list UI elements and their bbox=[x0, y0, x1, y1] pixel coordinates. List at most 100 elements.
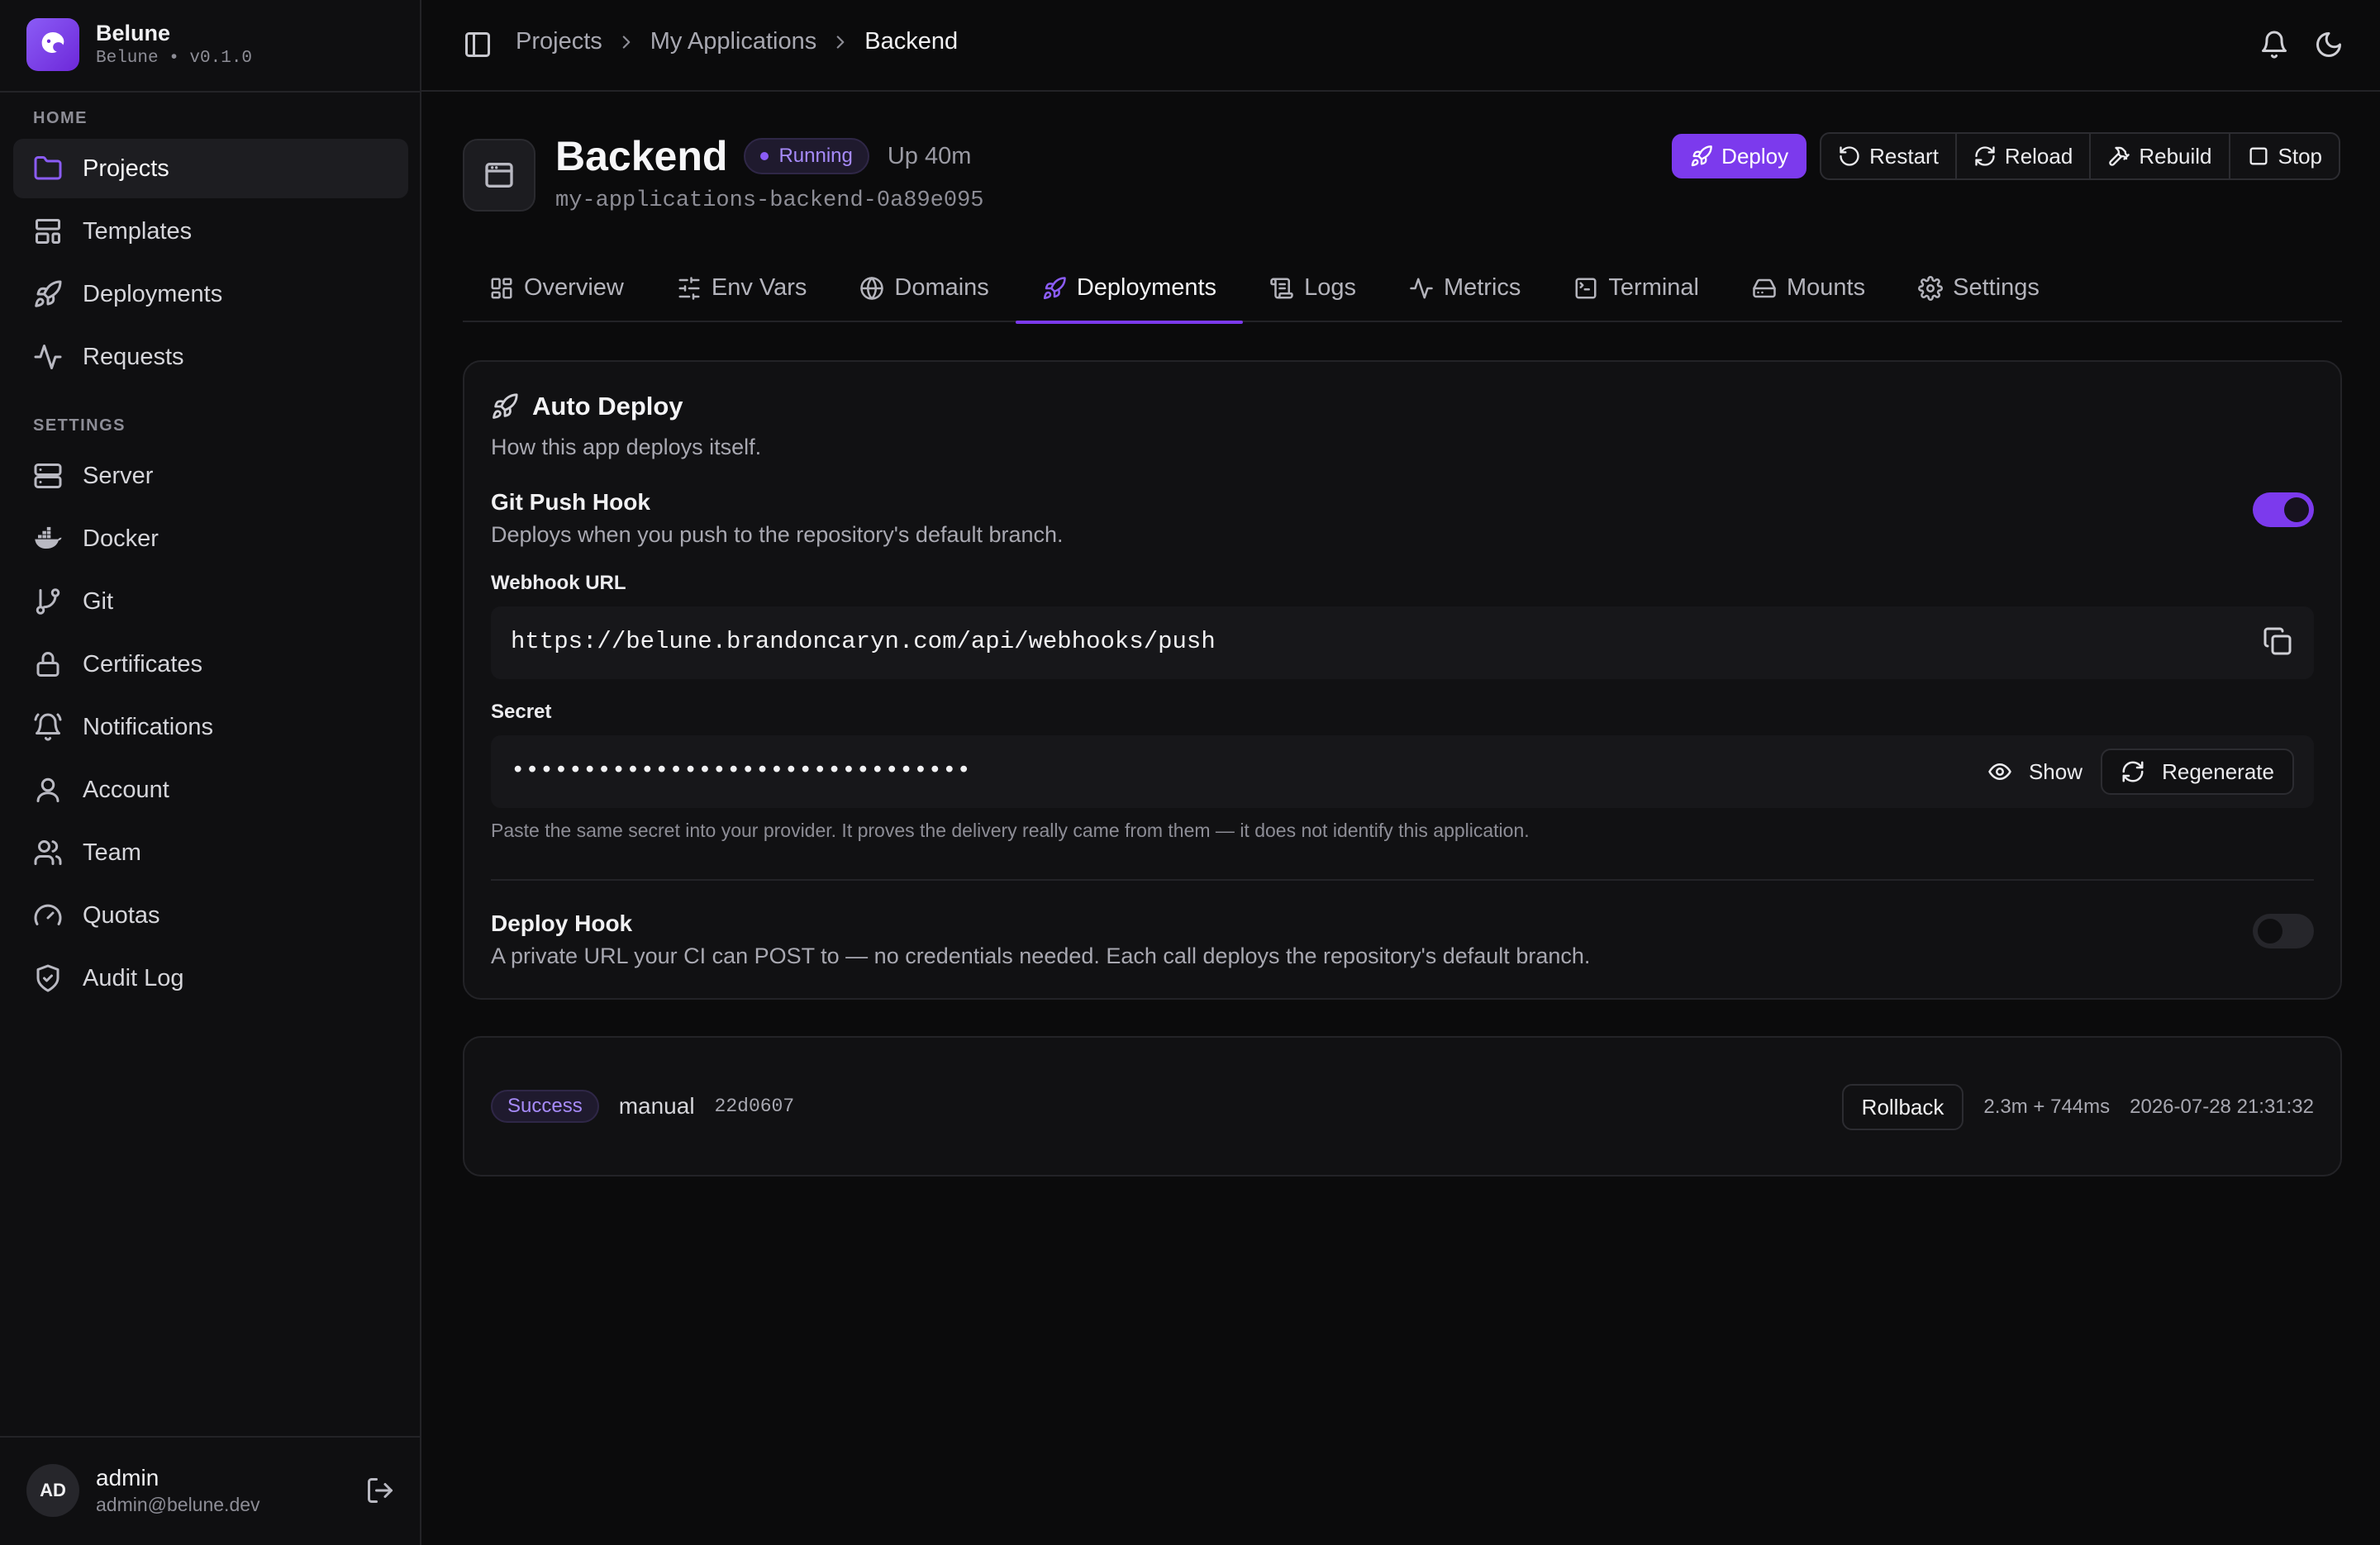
rotate-ccw-icon bbox=[1840, 146, 1859, 166]
tab-logs[interactable]: Logs bbox=[1243, 264, 1383, 322]
sidebar-item-label: Deployments bbox=[83, 280, 223, 307]
webhook-url-field[interactable]: https://belune.brandoncaryn.com/api/webh… bbox=[491, 606, 2314, 679]
rocket-icon bbox=[1691, 145, 1713, 167]
stop-button[interactable]: Stop bbox=[2228, 134, 2340, 178]
user-menu[interactable]: AD admin admin@belune.dev bbox=[26, 1464, 395, 1517]
rebuild-button[interactable]: Rebuild bbox=[2089, 134, 2228, 178]
deploy-button[interactable]: Deploy bbox=[1672, 134, 1807, 178]
deploy-hook-title: Deploy Hook bbox=[491, 910, 633, 936]
sidebar-item-label: Templates bbox=[83, 217, 193, 245]
action-button-group: Restart Reload Rebuild Stop bbox=[1820, 132, 2340, 180]
sidebar-item-notifications[interactable]: Notifications bbox=[13, 697, 408, 757]
git-push-hook-title: Git Push Hook bbox=[491, 489, 650, 515]
users-icon bbox=[34, 840, 62, 865]
breadcrumb-projects[interactable]: Projects bbox=[516, 28, 602, 55]
restart-button[interactable]: Restart bbox=[1821, 134, 1955, 178]
eye-icon bbox=[1988, 763, 2011, 780]
sidebar-item-quotas[interactable]: Quotas bbox=[13, 886, 408, 945]
auto-deploy-heading: Auto Deploy bbox=[491, 392, 683, 421]
tab-metrics[interactable]: Metrics bbox=[1383, 264, 1547, 322]
show-label: Show bbox=[2028, 758, 2082, 784]
section-settings-label: SETTINGS bbox=[33, 416, 126, 435]
deployment-trigger: manual bbox=[618, 1093, 695, 1119]
reload-button[interactable]: Reload bbox=[1954, 134, 2089, 178]
deployment-duration: 2.3m + 744ms bbox=[1983, 1096, 2111, 1118]
secret-value: •••••••••••••••••••••••••••••••• bbox=[511, 757, 971, 784]
sidebar-item-audit-log[interactable]: Audit Log bbox=[13, 948, 408, 1008]
rocket-icon bbox=[35, 280, 62, 307]
auto-deploy-description: How this app deploys itself. bbox=[491, 435, 762, 459]
sidebar-item-projects[interactable]: Projects bbox=[13, 139, 408, 198]
auto-deploy-card: Auto Deploy How this app deploys itself.… bbox=[463, 360, 2342, 1000]
tab-settings[interactable]: Settings bbox=[1892, 264, 2066, 322]
git-push-hook-toggle[interactable] bbox=[2253, 492, 2314, 527]
section-home-label: HOME bbox=[33, 109, 88, 127]
settings-nav: Server Docker Git Certificates Notificat… bbox=[13, 446, 408, 1011]
deployment-meta: Rollback 2.3m + 744ms 2026-07-28 21:31:3… bbox=[1841, 1084, 2314, 1130]
tab-label: Deployments bbox=[1076, 274, 1217, 301]
deploy-hook-toggle[interactable] bbox=[2253, 914, 2314, 948]
sidebar-item-requests[interactable]: Requests bbox=[13, 327, 408, 387]
secret-field[interactable]: •••••••••••••••••••••••••••••••• Show Re… bbox=[491, 735, 2314, 808]
git-branch-icon bbox=[36, 588, 60, 615]
sidebar-toggle-icon[interactable] bbox=[463, 30, 493, 59]
tab-mounts[interactable]: Mounts bbox=[1726, 264, 1892, 322]
tab-env-vars[interactable]: Env Vars bbox=[650, 264, 834, 322]
deployment-commit: 22d0607 bbox=[714, 1096, 795, 1117]
webhook-url-label: Webhook URL bbox=[491, 572, 626, 594]
toggle-knob bbox=[2258, 919, 2282, 944]
bell-icon bbox=[34, 713, 62, 741]
tab-label: Logs bbox=[1304, 274, 1356, 301]
refresh-icon bbox=[1975, 146, 1995, 166]
sidebar-item-label: Git bbox=[83, 587, 114, 615]
tab-label: Env Vars bbox=[711, 274, 807, 301]
app-version: Belune • v0.1.0 bbox=[96, 49, 253, 68]
globe-icon bbox=[860, 277, 884, 300]
sliders-icon bbox=[678, 277, 700, 300]
sidebar-item-git[interactable]: Git bbox=[13, 572, 408, 631]
page-title: Backend bbox=[555, 133, 728, 179]
tab-domains[interactable]: Domains bbox=[833, 264, 1015, 322]
show-secret-button[interactable]: Show bbox=[1987, 749, 2082, 795]
tab-label: Terminal bbox=[1608, 274, 1699, 301]
brand[interactable]: Belune Belune • v0.1.0 bbox=[26, 18, 252, 71]
moon-icon[interactable] bbox=[2314, 30, 2344, 59]
git-push-hook-description: Deploys when you push to the repository'… bbox=[491, 522, 1064, 547]
divider bbox=[0, 91, 420, 93]
auto-deploy-title: Auto Deploy bbox=[532, 392, 683, 421]
tab-label: Mounts bbox=[1787, 274, 1866, 301]
gauge-icon bbox=[34, 904, 62, 925]
sidebar-item-templates[interactable]: Templates bbox=[13, 202, 408, 261]
rollback-button[interactable]: Rollback bbox=[1841, 1084, 1964, 1130]
sidebar-item-docker[interactable]: Docker bbox=[13, 509, 408, 568]
reload-label: Reload bbox=[2004, 143, 2073, 169]
sidebar-item-label: Audit Log bbox=[83, 964, 184, 991]
tab-overview[interactable]: Overview bbox=[463, 264, 650, 322]
terminal-icon bbox=[1575, 278, 1597, 299]
deployment-timestamp: 2026-07-28 21:31:32 bbox=[2130, 1096, 2314, 1118]
sidebar-item-server[interactable]: Server bbox=[13, 446, 408, 506]
tab-terminal[interactable]: Terminal bbox=[1547, 264, 1726, 322]
user-email: admin@belune.dev bbox=[96, 1494, 260, 1515]
logout-icon[interactable] bbox=[365, 1476, 395, 1505]
sidebar-item-account[interactable]: Account bbox=[13, 760, 408, 820]
stop-label: Stop bbox=[2278, 143, 2323, 169]
square-icon bbox=[2249, 147, 2267, 165]
topbar: Projects My Applications Backend bbox=[421, 0, 2380, 92]
app-name: Belune bbox=[96, 21, 171, 45]
deployment-status-badge: Success bbox=[491, 1090, 599, 1123]
sidebar-item-deployments[interactable]: Deployments bbox=[13, 264, 408, 324]
sidebar-item-certificates[interactable]: Certificates bbox=[13, 635, 408, 694]
sidebar-item-label: Server bbox=[83, 462, 154, 489]
tab-deployments[interactable]: Deployments bbox=[1015, 264, 1244, 324]
breadcrumb-my-applications[interactable]: My Applications bbox=[650, 28, 817, 55]
deploy-label: Deploy bbox=[1721, 143, 1789, 169]
copy-icon[interactable] bbox=[2263, 626, 2292, 656]
sidebar-item-team[interactable]: Team bbox=[13, 823, 408, 882]
server-icon bbox=[34, 464, 62, 488]
sidebar-item-label: Certificates bbox=[83, 650, 203, 677]
sidebar-item-label: Quotas bbox=[83, 901, 160, 929]
bell-icon[interactable] bbox=[2259, 30, 2289, 59]
regenerate-button[interactable]: Regenerate bbox=[2101, 749, 2294, 795]
chevron-right-icon bbox=[622, 35, 631, 49]
